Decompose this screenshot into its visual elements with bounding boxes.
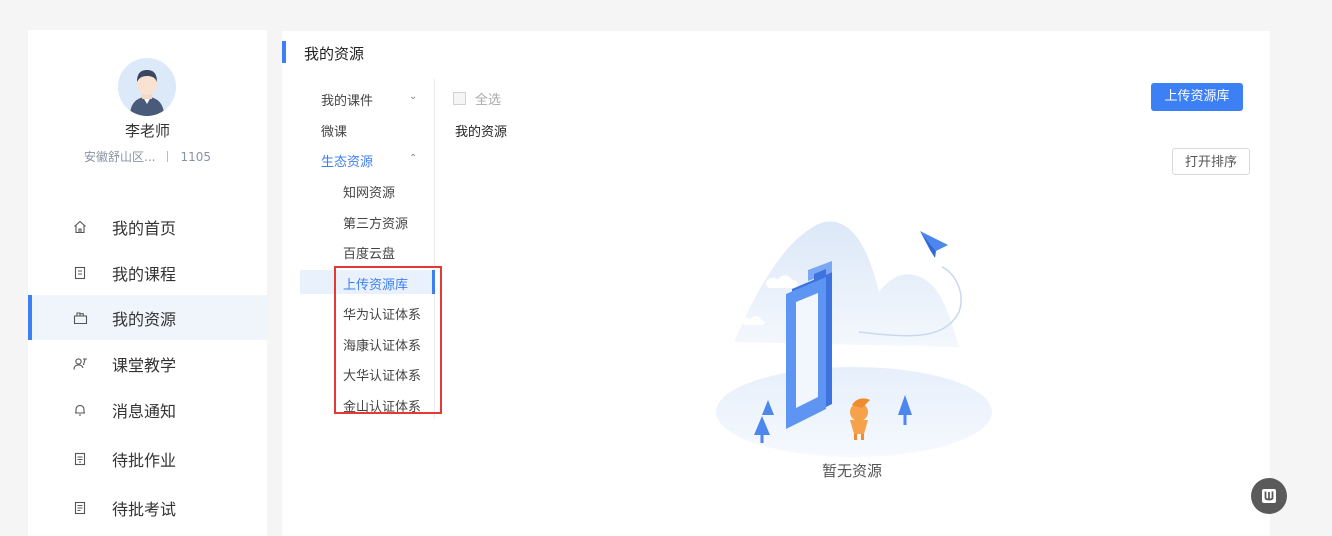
nav-item-courses[interactable]: 我的课程 (28, 250, 267, 295)
empty-state-illustration (716, 221, 992, 457)
nav-item-messages[interactable]: 消息通知 (28, 387, 267, 432)
nav-label: 待批考试 (112, 499, 177, 519)
nav-label: 消息通知 (112, 401, 177, 421)
teacher-code: 1105 (180, 150, 211, 164)
profile-sidebar: 李老师 安徽舒山区... 1105 我的首页 我的课程 我的资源 课堂教学 消息通… (28, 30, 267, 536)
home-icon (72, 219, 88, 235)
meta-divider (167, 151, 169, 162)
chevron-up-icon[interactable]: ⌃ (409, 153, 417, 164)
title-accent-bar (282, 41, 286, 63)
tree-item-my-courseware[interactable]: 我的课件 (321, 90, 373, 109)
teacher-name: 李老师 (124, 122, 170, 140)
nav-item-homework[interactable]: 待批作业 (28, 436, 267, 481)
nav-item-exams[interactable]: 待批考试 (28, 485, 267, 530)
select-all-checkbox[interactable]: 全选 (453, 89, 501, 108)
tree-item-micro-course[interactable]: 微课 (321, 121, 347, 140)
empty-state-text: 暂无资源 (821, 462, 882, 480)
checkbox-icon[interactable] (453, 92, 466, 105)
course-icon (72, 265, 88, 281)
folder-breadcrumb[interactable]: 我的资源 (455, 121, 507, 140)
nav-item-teaching[interactable]: 课堂教学 (28, 341, 267, 386)
nav-item-home[interactable]: 我的首页 (28, 204, 267, 249)
avatar[interactable] (118, 58, 176, 116)
avatar-icon (118, 58, 176, 116)
resource-icon (72, 310, 88, 326)
nav-label: 我的首页 (112, 218, 177, 238)
select-all-label: 全选 (475, 93, 502, 108)
tree-item-third-party[interactable]: 第三方资源 (343, 213, 408, 232)
nav-label: 课堂教学 (112, 355, 177, 375)
page-title: 我的资源 (304, 45, 365, 63)
teacher-school: 安徽舒山区... (84, 150, 156, 164)
nav-label: 我的课程 (112, 264, 177, 284)
book-icon (1262, 489, 1276, 503)
chevron-down-icon[interactable]: ⌄ (409, 91, 417, 102)
nav-label: 我的资源 (112, 309, 177, 329)
tree-item-cnki[interactable]: 知网资源 (343, 182, 395, 201)
tree-item-eco-resources[interactable]: 生态资源 (321, 151, 373, 170)
upload-library-button[interactable]: 上传资源库 (1151, 83, 1243, 111)
exam-icon (72, 500, 88, 516)
floating-help-button[interactable] (1251, 478, 1287, 514)
homework-icon (72, 451, 88, 467)
bell-icon (72, 402, 88, 418)
resources-panel: 我的资源 我的课件 ⌄ 微课 生态资源 ⌃ 知网资源 第三方资源 百度云盘 上传… (282, 31, 1270, 536)
teacher-meta: 安徽舒山区... 1105 (28, 148, 267, 165)
nav-label: 待批作业 (112, 450, 177, 470)
nav-item-resources[interactable]: 我的资源 (28, 295, 267, 340)
tree-item-baidu-cloud[interactable]: 百度云盘 (343, 243, 395, 262)
open-sort-button[interactable]: 打开排序 (1172, 148, 1250, 175)
teaching-icon (72, 356, 88, 372)
annotation-highlight-box (334, 266, 442, 414)
